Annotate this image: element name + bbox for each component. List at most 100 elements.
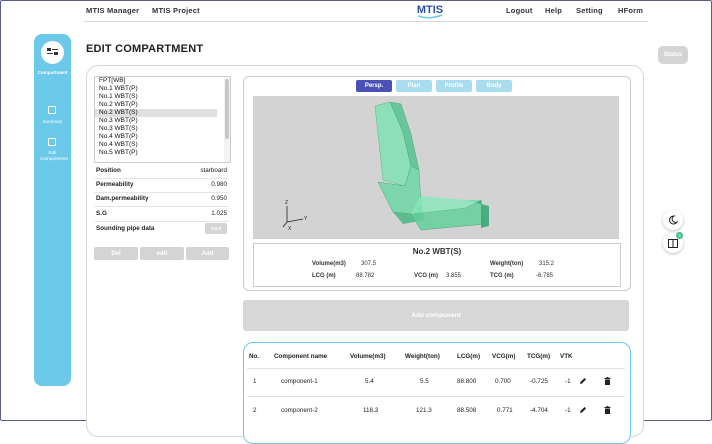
tab-plan[interactable]: Plan <box>396 80 432 92</box>
lcg-label: LCG (m) <box>312 273 336 279</box>
sidebar-label-edit-compartment[interactable]: Edit Compartment <box>34 150 71 161</box>
column-header: LCG(m) <box>457 353 481 360</box>
tab-body[interactable]: Body <box>476 80 512 92</box>
nav-link-hform[interactable]: HForm <box>618 6 643 15</box>
del-button[interactable]: Del <box>94 247 138 260</box>
list-item[interactable]: No.4 WBT(S) <box>95 141 230 149</box>
sidebar: Compartment Summary Edit Compartment <box>34 34 71 386</box>
theme-toggle-button[interactable] <box>663 210 683 230</box>
table-cell-tcg: -0.725 <box>530 378 548 385</box>
vcg-value: 3.855 <box>446 273 462 279</box>
list-item[interactable]: No.1 WBT(S) <box>95 93 230 101</box>
table-cell-no: 1 <box>253 378 257 385</box>
page-title: EDIT COMPARTMENT <box>86 43 204 55</box>
column-header: TCG(m) <box>527 353 551 360</box>
property-row-sounding-pipe: Sounding pipe data input <box>94 222 229 236</box>
add-button[interactable]: Add <box>186 247 229 260</box>
book-icon <box>668 238 678 248</box>
tab-persp[interactable]: Persp. <box>356 80 392 92</box>
column-header: Weight(ton) <box>405 353 440 360</box>
tcg-label: TCG (m) <box>490 273 514 279</box>
list-item[interactable]: No.4 WBT(P) <box>95 133 230 141</box>
vcg-label: VCG (m) <box>414 273 438 279</box>
row-divider <box>247 396 625 397</box>
list-item[interactable]: No.3 WBT(S) <box>95 125 230 133</box>
notification-badge: 4 <box>676 232 683 239</box>
tcg-value: -6.785 <box>536 273 554 279</box>
table-cell-weight: 121.3 <box>416 407 432 414</box>
edit-pencil-icon[interactable] <box>579 377 587 385</box>
list-scrollbar[interactable] <box>224 77 230 162</box>
property-row-sg: S.G 1.025 <box>94 207 229 222</box>
scrollbar-thumb[interactable] <box>225 79 229 139</box>
list-item[interactable]: No.1 WBT(P) <box>95 85 230 93</box>
compartment-info-box: No.2 WBT(S) Volume(m3) 307.5 Weight(ton)… <box>253 243 621 287</box>
column-header: Component name <box>274 353 328 360</box>
compartment-3d-model[interactable]: Z Y X <box>253 96 619 239</box>
trash-icon[interactable] <box>604 406 611 414</box>
property-row-dam-permeability: Dam.permeability 0.950 <box>94 192 229 207</box>
3d-viewport[interactable]: Z Y X <box>253 96 619 239</box>
table-cell-tcg: -4.704 <box>530 407 548 414</box>
column-header: VTK <box>560 353 573 360</box>
column-header: Volume(m3) <box>350 353 386 360</box>
moon-icon <box>669 215 678 225</box>
sidebar-label-compartment[interactable]: Compartment <box>34 70 71 76</box>
list-item[interactable]: No.3 WBT(P) <box>95 117 230 125</box>
axis-x-label: X <box>288 226 292 232</box>
table-cell-vcg: 0.700 <box>495 378 511 385</box>
table-cell-lcg: 88.508 <box>457 407 477 414</box>
property-value: 0.980 <box>211 181 227 188</box>
weight-label: Weight(ton) <box>490 261 524 267</box>
sidebar-label-summary[interactable]: Summary <box>34 119 71 125</box>
logo-text: MTIS <box>417 4 443 16</box>
table-cell-vcg: 0.771 <box>497 407 513 414</box>
add-component-button[interactable]: Add component <box>243 300 629 331</box>
property-row-permeability: Permeability 0.980 <box>94 178 229 193</box>
lcg-value: 88.782 <box>356 273 375 279</box>
weight-value: 315.2 <box>539 261 555 267</box>
trash-icon[interactable] <box>604 377 611 385</box>
column-header: VCG(m) <box>492 353 516 360</box>
top-nav: MTIS Manager MTIS Project MTIS Logout He… <box>84 0 648 22</box>
sounding-input-button[interactable]: input <box>205 223 227 234</box>
edit-pencil-icon[interactable] <box>579 406 587 414</box>
property-label: Dam.permeability <box>96 195 149 202</box>
property-value: 1.025 <box>211 210 227 217</box>
list-item-selected[interactable]: No.2 WBT(S) <box>95 109 217 117</box>
tab-profile[interactable]: Profile <box>436 80 472 92</box>
compartment-list[interactable]: FPT[WB] No.1 WBT(P) No.1 WBT(S) No.2 WBT… <box>94 76 231 163</box>
sidebar-item-compartment[interactable] <box>41 41 64 64</box>
axis-y-label: Y <box>304 216 308 222</box>
row-divider <box>247 368 625 369</box>
property-value: starboard <box>200 167 227 174</box>
edit-compartment-icon[interactable] <box>48 138 56 146</box>
table-cell-volume: 118.3 <box>363 407 379 414</box>
table-cell-name: component-1 <box>281 378 318 385</box>
list-item[interactable]: No.5 WBT(P) <box>95 149 230 157</box>
nav-link-mtis-manager[interactable]: MTIS Manager <box>86 6 139 15</box>
list-item[interactable]: FPT[WB] <box>95 77 230 85</box>
compartment-name: No.2 WBT(S) <box>412 247 462 256</box>
table-cell-vtk: -1 <box>565 407 571 414</box>
edit-button[interactable]: edit <box>140 247 184 260</box>
nav-link-help[interactable]: Help <box>545 6 562 15</box>
property-label: Sounding pipe data <box>96 225 155 232</box>
table-cell-vtk: -1 <box>565 378 571 385</box>
volume-value: 307.5 <box>361 261 377 267</box>
volume-label: Volume(m3) <box>312 261 346 267</box>
nav-link-logout[interactable]: Logout <box>506 6 533 15</box>
table-cell-volume: 5.4 <box>365 378 374 385</box>
mtis-logo[interactable]: MTIS <box>412 0 448 20</box>
table-cell-name: component-2 <box>281 407 318 414</box>
table-cell-lcg: 88.800 <box>457 378 477 385</box>
table-cell-no: 2 <box>253 407 257 414</box>
nav-link-mtis-project[interactable]: MTIS Project <box>152 6 200 15</box>
property-label: Permeability <box>96 181 134 188</box>
column-header: No. <box>249 353 260 360</box>
property-label: S.G <box>96 210 107 217</box>
summary-icon[interactable] <box>48 106 56 114</box>
nav-link-setting[interactable]: Setting <box>576 6 603 15</box>
list-item[interactable]: No.2 WBT(P) <box>95 101 230 109</box>
status-button[interactable]: Status <box>658 46 688 64</box>
